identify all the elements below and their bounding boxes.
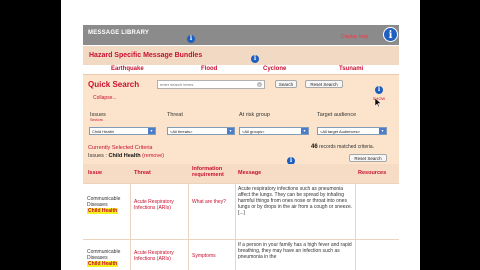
issue-tag: Child Health	[87, 208, 119, 214]
page: MESSAGE LIBRARY i SHOW Display help i Ha…	[61, 0, 420, 270]
selected-issue: Child Health	[108, 153, 141, 159]
chevron-down-icon: ▾	[148, 128, 155, 134]
message-text: Acute respiratory infections such as pne…	[238, 186, 353, 216]
risk-group-filter-label: At risk group	[239, 112, 270, 118]
info-icon: i	[251, 55, 259, 63]
remove-criteria-link[interactable]: (remove)	[142, 153, 164, 159]
audience-filter-label: Target audience	[317, 112, 357, 118]
reset-search-button[interactable]: Reset Search	[305, 80, 343, 88]
column-divider	[130, 240, 131, 270]
tab-earthquake[interactable]: Earthquake	[111, 66, 144, 72]
column-divider	[188, 184, 189, 239]
threat-select[interactable]: <All threats> ▾	[167, 127, 235, 135]
info-requirement-link[interactable]: What are they?	[192, 199, 232, 205]
info-icon: i	[375, 86, 383, 94]
hazard-tabs: Earthquake Flood Cyclone Tsunami	[83, 65, 399, 75]
library-title: MESSAGE LIBRARY	[88, 30, 150, 36]
threat-filter-label: Threat	[167, 112, 183, 118]
column-divider	[130, 184, 131, 239]
issues-prefix: Issues :	[88, 153, 107, 159]
column-divider	[355, 240, 356, 270]
col-info-requirement: Information requirement	[192, 166, 224, 178]
audience-select-value: <All target Audiences>	[320, 129, 361, 134]
tab-flood[interactable]: Flood	[201, 66, 217, 72]
table-row[interactable]: Communicable Diseases Child Health Acute…	[83, 239, 399, 270]
collapse-link[interactable]: Collapse...	[93, 95, 117, 101]
column-divider	[188, 240, 189, 270]
table-row[interactable]: Communicable Diseases Child Health Acute…	[83, 183, 399, 239]
threat-link[interactable]: Acute Respiratory Infections (ARIs)	[134, 250, 186, 262]
issue-tag: Child Health	[87, 261, 119, 267]
issue-cell: Communicable Diseases Child Health	[87, 196, 129, 214]
col-resources: Resources	[358, 170, 387, 176]
records-label: records matched criteria.	[319, 144, 375, 150]
display-help-link[interactable]: Display help	[341, 34, 368, 40]
tab-cyclone[interactable]: Cyclone	[263, 66, 286, 72]
risk-group-select[interactable]: <All groups> ▾	[239, 127, 309, 135]
search-input[interactable]	[157, 80, 265, 89]
risk-group-select-value: <All groups>	[242, 129, 265, 134]
col-issue: Issue	[88, 170, 103, 176]
message-library-app: MESSAGE LIBRARY i SHOW Display help i Ha…	[83, 25, 399, 270]
quick-search-panel: Quick Search × Search Reset Search i SHO…	[83, 75, 399, 183]
info-icon: i	[187, 35, 195, 43]
selected-criteria-title: Currently Selected Criteria	[88, 145, 153, 151]
records-number: 46	[311, 144, 318, 150]
chevron-down-icon: ▾	[301, 128, 308, 134]
clear-search-icon[interactable]: ×	[257, 82, 262, 87]
threat-link[interactable]: Acute Respiratory Infections (ARIs)	[134, 199, 186, 211]
library-header-bar: MESSAGE LIBRARY i SHOW Display help i	[83, 25, 399, 50]
message-text: If a person in your family has a high fe…	[238, 242, 352, 260]
sectors-sublabel: Sectors	[90, 118, 103, 122]
issues-select[interactable]: Child Health ▾	[89, 127, 156, 135]
chevron-down-icon: ▾	[227, 128, 234, 134]
bundles-header: Hazard Specific Message Bundles i SHOW	[83, 46, 399, 70]
mouse-cursor-icon	[375, 98, 381, 107]
search-button[interactable]: Search	[275, 80, 297, 88]
selected-criteria-line: Issues : Child Health (remove)	[88, 153, 164, 159]
threat-select-value: <All threats>	[170, 129, 193, 134]
column-divider	[355, 184, 356, 239]
col-message: Message	[238, 170, 262, 176]
tab-tsunami[interactable]: Tsunami	[339, 66, 363, 72]
bundles-title: Hazard Specific Message Bundles	[89, 52, 203, 59]
reset-search-button-2[interactable]: Reset Search	[349, 154, 387, 162]
audience-select[interactable]: <All target Audiences> ▾	[317, 127, 387, 135]
records-count: 46 records matched criteria.	[311, 144, 374, 150]
column-divider	[235, 240, 236, 270]
info-requirement-link[interactable]: Symptoms	[192, 253, 232, 259]
issues-select-value: Child Health	[92, 129, 114, 134]
column-divider	[235, 184, 236, 239]
chevron-down-icon: ▾	[379, 128, 386, 134]
help-info-icon[interactable]: i	[383, 27, 398, 42]
quick-search-title: Quick Search	[88, 80, 140, 89]
col-threat: Threat	[134, 170, 151, 176]
issue-cell: Communicable Diseases Child Health	[87, 249, 129, 267]
table-header: Issue Threat Information requirement Mes…	[83, 164, 399, 183]
